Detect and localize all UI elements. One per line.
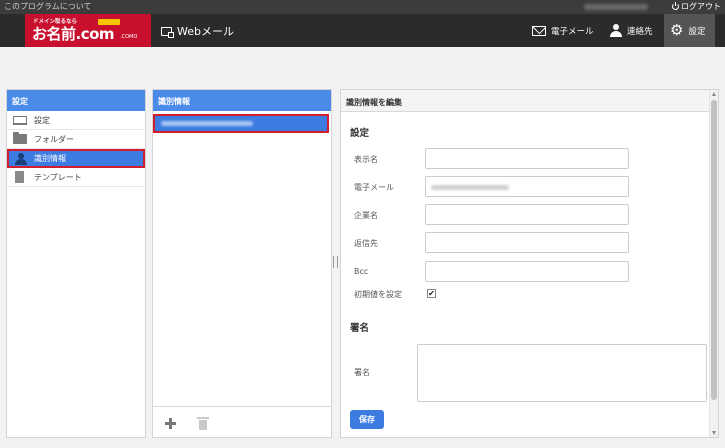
envelope-icon: [532, 25, 546, 36]
identity-list-item[interactable]: [153, 114, 329, 133]
nav-settings-button[interactable]: ⚙ 設定: [664, 14, 715, 47]
email-value-redacted: [431, 185, 509, 190]
user-email-redacted: [584, 4, 648, 10]
scroll-thumb[interactable]: [711, 100, 717, 400]
person-icon: [15, 152, 27, 165]
scroll-down-arrow-icon[interactable]: [712, 431, 716, 435]
default-checkbox[interactable]: ✔: [427, 289, 436, 298]
sidebar-item-label: 設定: [34, 115, 50, 125]
bcc-input[interactable]: [425, 261, 629, 282]
app-header: ドメイン取るなら お名前.com .COMO Webメール 電子メール 連絡先 …: [0, 14, 725, 47]
nav-mail-label: 電子メール: [551, 26, 594, 37]
laptop-icon: [13, 115, 27, 125]
organization-input[interactable]: [425, 204, 629, 225]
signature-section-title: 署名: [350, 323, 370, 334]
settings-section-title: 設定: [350, 128, 370, 139]
nav-contacts-label: 連絡先: [627, 26, 653, 37]
folder-icon: [13, 132, 27, 144]
sidebar-item-templates[interactable]: テンプレート: [7, 168, 145, 187]
signature-textarea[interactable]: [417, 344, 707, 402]
edit-panel-scrollbar[interactable]: [709, 90, 718, 437]
settings-sidebar: 設定 設定 フォルダー 識別情報 テンプレート: [6, 89, 146, 438]
nav-settings-label: 設定: [688, 26, 706, 37]
onamae-logo[interactable]: ドメイン取るなら お名前.com .COMO: [25, 14, 151, 47]
logo-sub-text: .COMO: [120, 34, 138, 40]
save-button[interactable]: 保存: [350, 410, 384, 429]
identity-edit-panel: 識別情報を編集 設定 表示名 電子メール 企業名 返信先 Bcc 初期値を設定 …: [340, 89, 719, 438]
add-identity-icon[interactable]: [165, 418, 176, 429]
signature-label: 署名: [354, 368, 370, 377]
identities-list-panel: 識別情報: [152, 89, 332, 438]
panel-resize-handle[interactable]: [333, 256, 338, 268]
sidebar-item-identities[interactable]: 識別情報: [7, 149, 145, 168]
sidebar-item-label: フォルダー: [34, 134, 74, 144]
app-title-label: Webメール: [177, 25, 234, 38]
logout-label: ログアウト: [681, 2, 721, 11]
window-icon: [161, 26, 174, 38]
delete-identity-icon[interactable]: [197, 417, 209, 430]
person-icon: [610, 23, 622, 38]
bcc-label: Bcc: [354, 267, 369, 276]
sidebar-item-label: 識別情報: [34, 154, 66, 163]
document-icon: [15, 171, 24, 183]
identities-toolbar: [153, 406, 331, 437]
nav-mail-button[interactable]: 電子メール: [526, 14, 600, 47]
app-title: Webメール: [161, 23, 234, 39]
identities-header: 識別情報: [153, 90, 331, 111]
identity-email-redacted: [161, 121, 253, 126]
logout-button[interactable]: ログアウト: [672, 1, 721, 12]
reply-to-label: 返信先: [354, 239, 378, 248]
edit-panel-header: 識別情報を編集: [341, 90, 718, 112]
logo-main-text: お名前.com: [32, 25, 115, 43]
email-label: 電子メール: [354, 183, 394, 192]
display-name-input[interactable]: [425, 148, 629, 169]
top-utility-bar: このプログラムについて ログアウト: [0, 0, 725, 14]
default-label: 初期値を設定: [354, 290, 402, 299]
sidebar-header: 設定: [7, 90, 145, 111]
reply-to-input[interactable]: [425, 232, 629, 253]
power-icon: [672, 1, 679, 10]
about-program-link[interactable]: このプログラムについて: [4, 1, 92, 12]
nav-contacts-button[interactable]: 連絡先: [604, 14, 659, 47]
sidebar-item-preferences[interactable]: 設定: [7, 111, 145, 130]
gear-icon: ⚙: [670, 21, 684, 39]
sidebar-item-label: テンプレート: [34, 172, 82, 182]
display-name-label: 表示名: [354, 155, 378, 164]
sidebar-item-folders[interactable]: フォルダー: [7, 130, 145, 149]
scroll-up-arrow-icon[interactable]: [712, 92, 716, 96]
organization-label: 企業名: [354, 211, 378, 220]
